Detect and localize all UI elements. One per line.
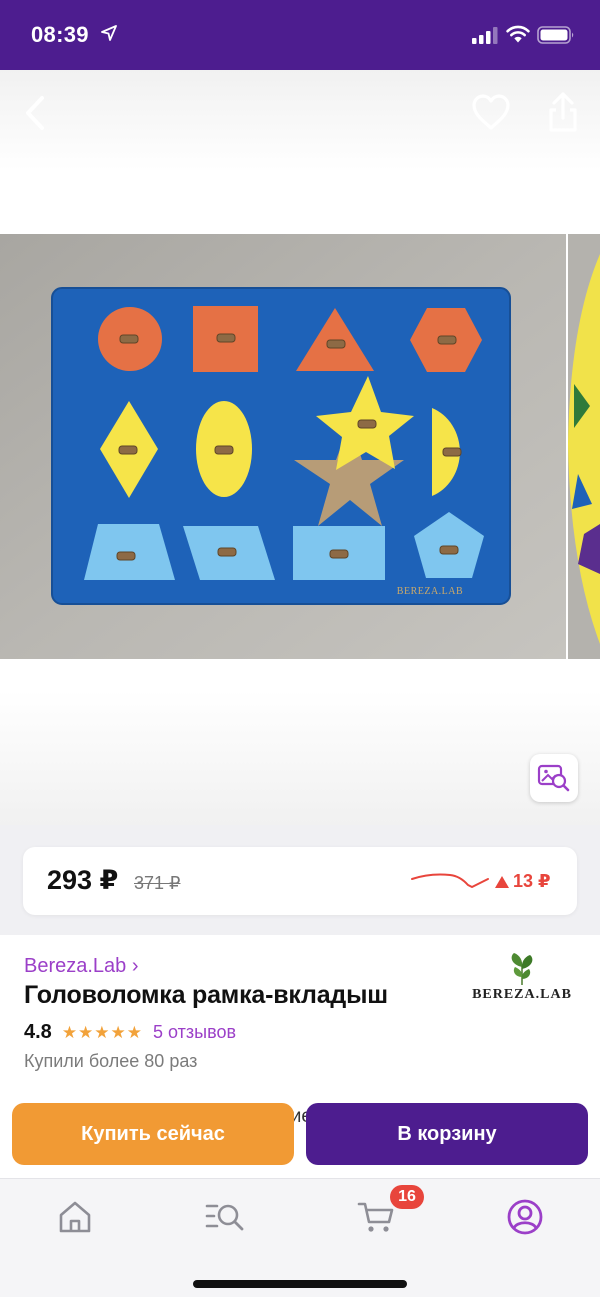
cart-icon — [357, 1202, 394, 1232]
old-price: 371 ₽ — [134, 873, 181, 893]
price-change-value: 13 ₽ — [513, 871, 551, 891]
bottom-tab-bar: 16 — [0, 1178, 600, 1297]
price-card[interactable]: 293 ₽ 371 ₽ 13 ₽ — [23, 847, 577, 915]
tab-catalog[interactable] — [205, 1197, 245, 1237]
profile-icon — [507, 1199, 543, 1235]
product-gallery[interactable]: BEREZA.LAB — [0, 70, 600, 825]
rating-value: 4.8 — [24, 1021, 52, 1043]
cart-count-badge: 16 — [390, 1185, 424, 1209]
status-time: 08:39 — [31, 22, 89, 47]
purchase-count: Купили более 80 раз — [24, 1051, 198, 1071]
board-mark: BEREZA.LAB — [397, 586, 463, 597]
battery-icon — [537, 26, 574, 44]
brand-logo-text: BEREZA.LAB — [472, 987, 572, 1002]
add-to-cart-button[interactable]: В корзину — [306, 1103, 588, 1165]
rating-stars: ★★★★★ — [61, 1023, 144, 1042]
tab-profile[interactable] — [505, 1197, 545, 1237]
tab-home[interactable] — [55, 1197, 95, 1237]
wifi-icon — [506, 25, 530, 43]
share-icon[interactable] — [543, 90, 583, 134]
visual-search-icon — [537, 764, 570, 792]
cellular-signal-icon — [472, 27, 498, 44]
reviews-link[interactable]: 5 отзывов — [153, 1022, 236, 1043]
leaf-icon — [511, 953, 533, 985]
product-title: Головоломка рамка-вкладыш — [24, 981, 388, 1009]
buy-now-button[interactable]: Купить сейчас — [12, 1103, 294, 1165]
price-change: 13 ₽ — [495, 871, 551, 892]
price-section: 293 ₽ 371 ₽ 13 ₽ — [0, 825, 600, 935]
rating-row: 4.8 ★★★★★ 5 отзывов — [24, 1021, 236, 1044]
brand-logo[interactable]: BEREZA.LAB — [462, 949, 582, 1009]
trend-up-icon — [495, 875, 509, 888]
home-icon — [59, 1201, 91, 1233]
product-photo[interactable]: BEREZA.LAB — [0, 234, 566, 659]
catalog-search-icon — [205, 1204, 244, 1231]
tab-cart[interactable] — [356, 1197, 396, 1237]
seller-link[interactable]: Bereza.Lab › — [24, 955, 139, 978]
location-arrow-icon — [101, 25, 117, 41]
next-product-photo[interactable] — [568, 234, 600, 659]
back-arrow-icon[interactable] — [20, 94, 50, 132]
home-indicator — [193, 1280, 407, 1288]
price-trend-sparkline — [411, 873, 489, 888]
heart-icon[interactable] — [470, 92, 512, 132]
current-price: 293 ₽ — [47, 865, 119, 895]
visual-search-button[interactable] — [530, 754, 578, 802]
status-bar: 08:39 — [0, 0, 600, 70]
